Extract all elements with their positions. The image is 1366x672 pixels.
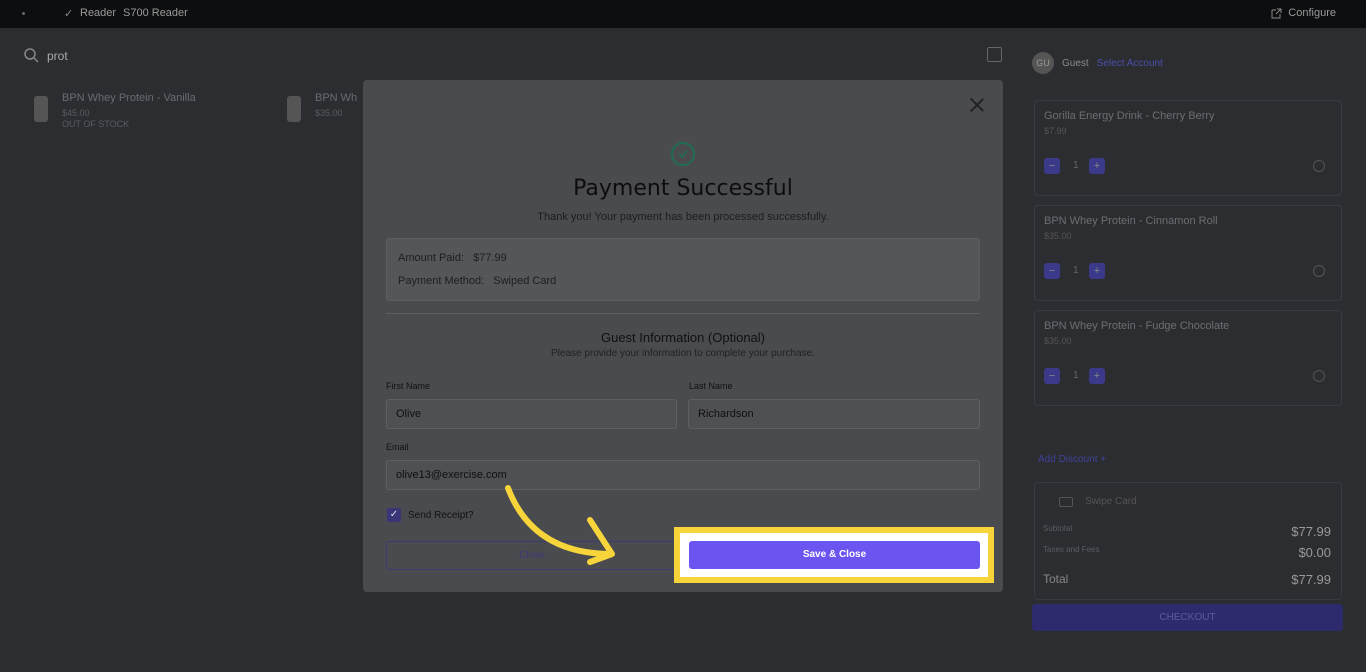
increase-qty-button[interactable]: + — [1089, 263, 1105, 279]
guest-info-title: Guest Information (Optional) — [600, 330, 766, 345]
check-icon: ✓ — [64, 8, 74, 20]
remove-item-icon[interactable] — [1313, 160, 1325, 172]
product-search[interactable]: prot — [24, 48, 68, 63]
payment-method-value: Swiped Card — [493, 275, 557, 287]
divider — [386, 313, 980, 314]
cart-item-price: $35.00 — [1044, 231, 1072, 241]
cart-item: BPN Whey Protein - Fudge Chocolate $35.0… — [1034, 310, 1342, 406]
tax-label: Taxes and Fees — [1043, 545, 1100, 554]
tax-row: Taxes and Fees $0.00 — [1043, 545, 1331, 560]
card-icon — [1059, 497, 1073, 507]
modal-subtitle: Thank you! Your payment has been process… — [537, 211, 829, 223]
select-account-link[interactable]: Select Account — [1097, 58, 1163, 69]
cart-item-qty: 1 — [1073, 160, 1079, 171]
payment-method-select[interactable]: Swipe Card — [1085, 496, 1137, 507]
configure-button[interactable]: Configure — [1271, 7, 1336, 19]
amount-paid-value: $77.99 — [473, 252, 507, 264]
first-name-label: First Name — [386, 381, 431, 391]
decrease-qty-button[interactable]: − — [1044, 368, 1060, 384]
cart-item-name: Gorilla Energy Drink - Cherry Berry — [1044, 110, 1215, 122]
subtotal-value: $77.99 — [1291, 524, 1331, 539]
first-name-field[interactable]: Olive — [386, 399, 677, 429]
decrease-qty-button[interactable]: − — [1044, 263, 1060, 279]
subtotal-label: Subtotal — [1043, 524, 1073, 533]
product-name: BPN Wh — [315, 92, 358, 104]
add-discount-label: Add Discount — [1038, 454, 1098, 465]
total-label: Total — [1043, 572, 1069, 586]
remove-item-icon[interactable] — [1313, 265, 1325, 277]
product-price: $45.00 — [62, 108, 90, 118]
menu-dot-icon[interactable] — [22, 12, 25, 15]
remove-item-icon[interactable] — [1313, 370, 1325, 382]
close-icon[interactable] — [969, 97, 985, 113]
increase-qty-button[interactable]: + — [1089, 368, 1105, 384]
cart-item-qty: 1 — [1073, 265, 1079, 276]
amount-paid-label: Amount Paid: — [398, 252, 465, 264]
product-name: BPN Whey Protein - Vanilla — [62, 92, 196, 104]
checkout-button[interactable]: CHECKOUT — [1032, 604, 1343, 631]
guest-info-subtitle: Please provide your information to compl… — [550, 348, 816, 359]
last-name-label: Last Name — [689, 381, 733, 391]
payment-details: Amount Paid: $77.99 Payment Method: Swip… — [386, 238, 980, 301]
search-input[interactable]: prot — [47, 49, 68, 63]
modal-title: Payment Successful — [573, 176, 793, 201]
increase-qty-button[interactable]: + — [1089, 158, 1105, 174]
arrow-annotation — [505, 485, 615, 565]
last-name-field[interactable]: Richardson — [688, 399, 980, 429]
guest-label: Guest — [1062, 57, 1089, 69]
top-bar: ✓ Reader S700 Reader Configure — [0, 0, 1366, 28]
cart-item-price: $7.99 — [1044, 126, 1067, 136]
send-receipt-checkbox[interactable]: ✓ — [387, 508, 401, 522]
product-image — [34, 96, 48, 122]
payment-method-label: Payment Method: — [398, 275, 485, 287]
barcode-scan-icon[interactable] — [987, 47, 1002, 62]
cart-item-name: BPN Whey Protein - Fudge Chocolate — [1044, 320, 1230, 332]
decrease-qty-button[interactable]: − — [1044, 158, 1060, 174]
product-price: $35.00 — [315, 108, 343, 118]
cart-item: BPN Whey Protein - Cinnamon Roll $35.00 … — [1034, 205, 1342, 301]
email-label: Email — [386, 442, 409, 452]
cart-item-price: $35.00 — [1044, 336, 1072, 346]
add-discount-link[interactable]: Add Discount + — [1038, 454, 1106, 465]
reader-label: Reader — [80, 7, 117, 19]
product-card[interactable]: BPN Whey Protein - Vanilla $45.00 OUT OF… — [34, 92, 196, 129]
total-row: Total $77.99 — [1043, 572, 1331, 587]
search-icon — [24, 48, 39, 63]
email-field[interactable]: olive13@exercise.com — [386, 460, 980, 490]
external-link-icon — [1271, 8, 1282, 18]
total-value: $77.99 — [1291, 572, 1331, 587]
cart-item-qty: 1 — [1073, 370, 1079, 381]
avatar: GU — [1032, 52, 1054, 74]
product-stock: OUT OF STOCK — [62, 119, 130, 129]
plus-icon: + — [1100, 454, 1107, 465]
subtotal-row: Subtotal $77.99 — [1043, 524, 1331, 539]
save-and-close-button[interactable]: Save & Close — [689, 541, 980, 569]
cart-item-name: BPN Whey Protein - Cinnamon Roll — [1044, 215, 1218, 227]
product-card[interactable]: BPN Wh $35.00 — [287, 92, 357, 122]
configure-label: Configure — [1288, 7, 1336, 19]
tax-value: $0.00 — [1298, 545, 1331, 560]
check-circle-icon — [671, 142, 695, 166]
payment-success-modal: Payment Successful Thank you! Your payme… — [363, 80, 1003, 592]
cart-item: Gorilla Energy Drink - Cherry Berry $7.9… — [1034, 100, 1342, 196]
product-image — [287, 96, 301, 122]
reader-name: S700 Reader — [123, 7, 188, 19]
cart-header: GU Guest Select Account — [1032, 52, 1163, 74]
send-receipt-label: Send Receipt? — [408, 510, 474, 521]
